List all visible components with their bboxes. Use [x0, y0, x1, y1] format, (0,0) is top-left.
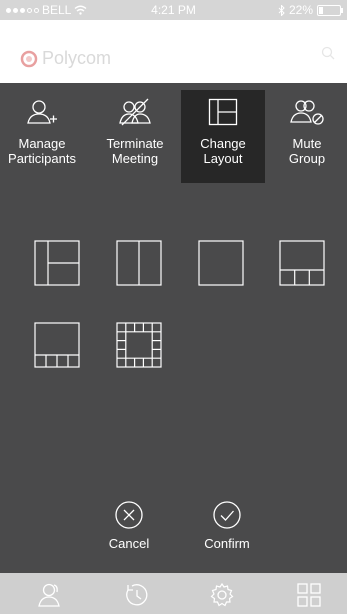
meeting-toolbar: Manage Participants Terminate Meeting Ch… — [0, 83, 347, 187]
confirm-label: Confirm — [204, 536, 250, 551]
status-bar: BELL 4:21 PM 22% — [0, 0, 347, 20]
layout-one-plus-three-option[interactable] — [279, 240, 325, 286]
change-layout-button[interactable]: Change Layout — [181, 90, 265, 183]
mute-group-icon — [290, 100, 324, 125]
polycom-logo-icon — [20, 50, 38, 67]
layout-icon — [208, 98, 238, 126]
layout-one-plus-two-option[interactable] — [34, 240, 80, 286]
terminate-meeting-button[interactable]: Terminate Meeting — [93, 90, 177, 183]
bottom-tab-bar — [0, 573, 347, 614]
cancel-label: Cancel — [108, 536, 150, 551]
battery-icon — [317, 4, 343, 16]
manage-participants-label-2: Participants — [8, 151, 76, 166]
settings-icon[interactable] — [209, 582, 235, 608]
layout-options — [0, 230, 347, 380]
change-layout-label-1: Change — [200, 136, 246, 151]
terminate-meeting-label-2: Meeting — [111, 151, 159, 166]
cancel-icon — [115, 501, 143, 529]
layout-two-columns-option[interactable] — [116, 240, 162, 286]
mute-group-button[interactable]: Mute Group — [265, 90, 347, 183]
battery-fill — [319, 6, 323, 14]
battery-percent: 22% — [288, 3, 313, 17]
mute-group-label-1: Mute — [292, 136, 322, 151]
manage-participants-button[interactable]: Manage Participants — [0, 90, 84, 183]
cancel-button[interactable]: Cancel — [94, 500, 164, 551]
app-header: Polycom — [0, 20, 347, 83]
grid-apps-icon[interactable] — [296, 582, 322, 608]
confirm-icon — [213, 501, 241, 529]
search-icon[interactable] — [321, 46, 335, 60]
layout-single-option[interactable] — [198, 240, 244, 286]
layout-one-plus-four-option[interactable] — [34, 322, 80, 368]
manage-participants-label-1: Manage — [18, 136, 66, 151]
layout-actions: Cancel Confirm — [0, 500, 347, 560]
add-participant-icon — [27, 100, 57, 124]
history-icon[interactable] — [124, 582, 150, 608]
contacts-icon[interactable] — [38, 582, 64, 608]
brand-name: Polycom — [42, 48, 112, 68]
change-layout-label-2: Layout — [203, 151, 243, 166]
layout-grid-ring-option[interactable] — [116, 322, 162, 368]
polycom-logo: Polycom — [20, 48, 111, 69]
mute-group-label-2: Group — [288, 151, 326, 166]
confirm-button[interactable]: Confirm — [192, 500, 262, 551]
bluetooth-icon — [278, 4, 285, 16]
battery-status: 22% — [278, 3, 343, 17]
terminate-meeting-label-1: Terminate — [106, 136, 164, 151]
end-meeting-icon — [119, 98, 151, 126]
